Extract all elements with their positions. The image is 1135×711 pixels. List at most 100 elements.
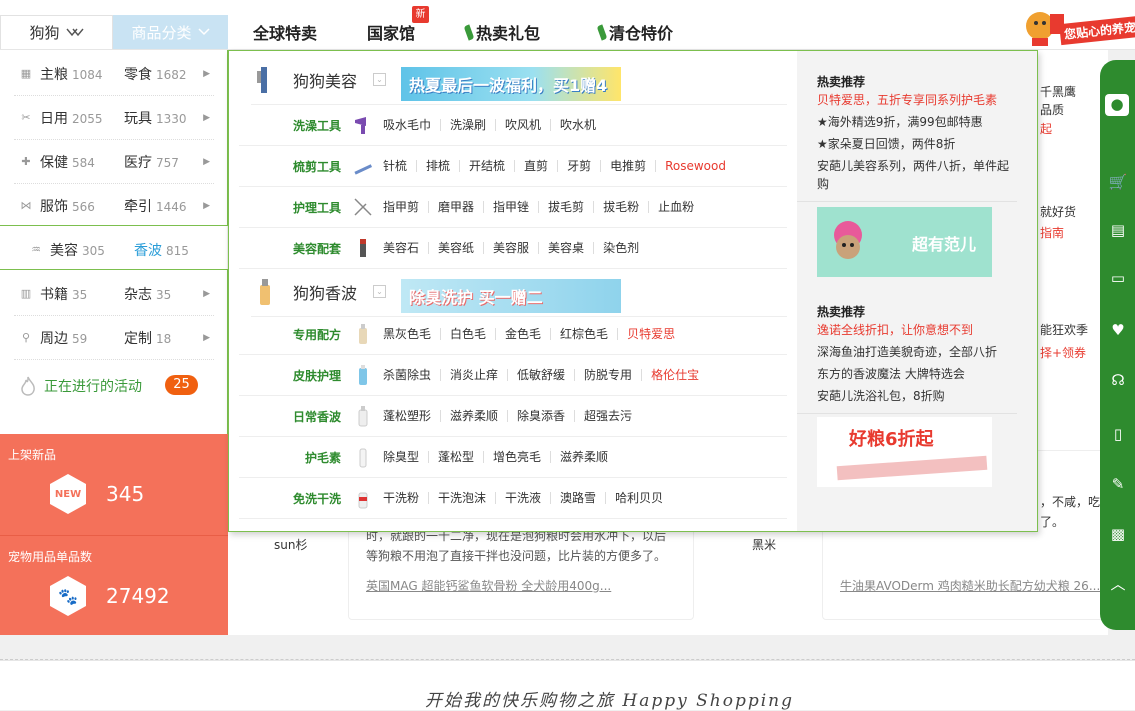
menu-link[interactable]: 美容石	[383, 242, 428, 254]
sidebar-item-toys[interactable]: 玩具 1330	[124, 108, 204, 128]
menu-row-title[interactable]: 护毛素	[239, 449, 341, 466]
nav-global-sale[interactable]: 全球特卖	[253, 18, 317, 46]
recommend-line[interactable]: 东方的香波魔法 大牌特选会	[817, 365, 1017, 383]
recommend-banner[interactable]: 超有范儿	[817, 207, 992, 277]
recommend-line[interactable]: 深海鱼油打造美貌奇迹，全部八折	[817, 343, 1017, 361]
sidebar-item-custom[interactable]: 定制 18	[124, 328, 204, 348]
menu-link[interactable]: 滋养柔顺	[550, 451, 617, 463]
product-link[interactable]: 英国MAG 超能钙鲨鱼软骨粉 全犬龄用400g...	[366, 577, 611, 594]
edit-icon[interactable]: ✎	[1108, 474, 1128, 494]
order-list-icon[interactable]: ▤	[1108, 220, 1128, 240]
menu-row-title[interactable]: 专用配方	[239, 326, 341, 343]
ongoing-activities[interactable]: 正在进行的活动 25	[0, 364, 228, 408]
menu-link[interactable]: 哈利贝贝	[605, 492, 672, 504]
menu-link[interactable]: 直剪	[514, 160, 557, 172]
menu-link[interactable]: 蓬松塑形	[383, 410, 440, 422]
sidebar-item-health[interactable]: 保健 584	[40, 152, 124, 172]
sidebar-item-shampoo[interactable]: 香波 815	[134, 240, 214, 260]
menu-link[interactable]: 吸水毛巾	[383, 119, 440, 131]
cart-icon[interactable]: 🛒	[1108, 172, 1128, 192]
menu-link[interactable]: 针梳	[383, 160, 416, 172]
menu-link[interactable]: 滋养柔顺	[440, 410, 507, 422]
sidebar-item-staple-food[interactable]: 主粮 1084	[40, 64, 124, 84]
menu-link[interactable]: 吹风机	[495, 119, 550, 131]
menu-link[interactable]: 止血粉	[648, 201, 703, 213]
mobile-icon[interactable]: ▯	[1108, 424, 1128, 444]
menu-link[interactable]: 澳路雪	[550, 492, 605, 504]
collapse-toggle-icon[interactable]: ⌄	[373, 285, 387, 298]
sidebar-item-magazines[interactable]: 杂志 35	[124, 284, 204, 304]
sidebar-item-merch[interactable]: 周边 59	[40, 328, 124, 348]
menu-link[interactable]: 金色毛	[495, 328, 550, 340]
sidebar-item-beauty[interactable]: 美容 305	[50, 240, 134, 260]
menu-link[interactable]: 除臭型	[383, 451, 428, 463]
message-icon[interactable]: ▭	[1108, 268, 1128, 288]
menu-link[interactable]: 防脱专用	[574, 369, 641, 381]
menu-link[interactable]: 美容服	[483, 242, 538, 254]
menu-row-title[interactable]: 洗澡工具	[239, 117, 341, 134]
nav-hot-gift-pack[interactable]: 热卖礼包	[463, 18, 540, 46]
chat-bubble-icon[interactable]: ●	[1105, 94, 1129, 116]
menu-link[interactable]: 美容纸	[428, 242, 483, 254]
menu-link[interactable]: 干洗泡沫	[428, 492, 495, 504]
menu-link[interactable]: 电推剪	[600, 160, 655, 172]
sidebar-item-daily-use[interactable]: 日用 2055	[40, 108, 124, 128]
menu-link[interactable]: 贝特爱思	[617, 328, 684, 340]
heart-icon[interactable]: ♥	[1108, 320, 1128, 340]
back-to-top-icon[interactable]: ︿	[1108, 574, 1128, 594]
menu-link[interactable]: 美容桌	[538, 242, 593, 254]
recommend-highlight[interactable]: 贝特爱思，五折专享同系列护毛素	[817, 91, 1017, 109]
menu-link[interactable]: 染色剂	[593, 242, 648, 254]
menu-section-title[interactable]: 狗狗美容	[293, 68, 357, 92]
category-selector[interactable]: 商品分类	[113, 15, 228, 49]
recommend-line[interactable]: ★海外精选9折，满99包邮特惠	[817, 113, 1017, 131]
recommend-line[interactable]: 安葩儿洗浴礼包，8折购	[817, 387, 1017, 405]
product-link[interactable]: 牛油果AVODerm 鸡肉糙米助长配方幼犬粮 26...	[840, 577, 1100, 594]
menu-link[interactable]: 增色亮毛	[483, 451, 550, 463]
menu-link[interactable]: 排梳	[416, 160, 459, 172]
menu-link[interactable]: 杀菌除虫	[383, 369, 440, 381]
menu-row-title[interactable]: 免洗干洗	[239, 490, 341, 507]
menu-link[interactable]: 干洗粉	[383, 492, 428, 504]
menu-link[interactable]: 开结梳	[459, 160, 514, 172]
menu-link[interactable]: 磨甲器	[428, 201, 483, 213]
sidebar-item-clothing[interactable]: 服饰 566	[40, 196, 124, 216]
promo-banner[interactable]: 热夏最后一波福利，买1赠4	[401, 67, 621, 101]
menu-row-title[interactable]: 美容配套	[239, 240, 341, 257]
menu-link[interactable]: 超强去污	[574, 410, 641, 422]
menu-row-title[interactable]: 日常香波	[239, 408, 341, 425]
headset-icon[interactable]: ☊	[1108, 370, 1128, 390]
recommend-highlight[interactable]: 逸诺全线折扣，让你意想不到	[817, 321, 1017, 339]
menu-link[interactable]: 除臭添香	[507, 410, 574, 422]
nav-clearance[interactable]: 清仓特价	[596, 18, 673, 46]
menu-row-title[interactable]: 护理工具	[239, 199, 341, 216]
menu-link[interactable]: 白色毛	[440, 328, 495, 340]
menu-link[interactable]: Rosewood	[655, 160, 735, 172]
recommend-line[interactable]: 安葩儿美容系列，两件八折，单件起购	[817, 157, 1017, 193]
sidebar-item-leash[interactable]: 牵引 1446	[124, 196, 204, 216]
menu-link[interactable]: 牙剪	[557, 160, 600, 172]
menu-link[interactable]: 指甲剪	[383, 201, 428, 213]
menu-link[interactable]: 格伦仕宝	[641, 369, 708, 381]
menu-link[interactable]: 洗澡刷	[440, 119, 495, 131]
menu-link[interactable]: 干洗液	[495, 492, 550, 504]
collapse-toggle-icon[interactable]: ⌄	[373, 73, 387, 86]
menu-link[interactable]: 低敏舒缓	[507, 369, 574, 381]
recommend-banner[interactable]: 好粮6折起	[817, 417, 992, 487]
menu-link[interactable]: 指甲锉	[483, 201, 538, 213]
menu-link[interactable]: 消炎止痒	[440, 369, 507, 381]
sidebar-item-snacks[interactable]: 零食 1682	[124, 64, 204, 84]
recommend-line[interactable]: ★家朵夏日回馈，两件8折	[817, 135, 1017, 153]
menu-link[interactable]: 拔毛粉	[593, 201, 648, 213]
menu-row-title[interactable]: 皮肤护理	[239, 367, 341, 384]
menu-link[interactable]: 蓬松型	[428, 451, 483, 463]
menu-row-title[interactable]: 梳剪工具	[239, 158, 341, 175]
menu-link[interactable]: 吹水机	[550, 119, 605, 131]
sidebar-item-books[interactable]: 书籍 35	[40, 284, 124, 304]
menu-link[interactable]: 黑灰色毛	[383, 328, 440, 340]
pet-selector[interactable]: 狗狗	[0, 15, 113, 49]
nav-country-pavilion[interactable]: 国家馆	[367, 18, 415, 46]
menu-section-title[interactable]: 狗狗香波	[293, 280, 357, 304]
menu-link[interactable]: 拔毛剪	[538, 201, 593, 213]
sidebar-item-medical[interactable]: 医疗 757	[124, 152, 204, 172]
